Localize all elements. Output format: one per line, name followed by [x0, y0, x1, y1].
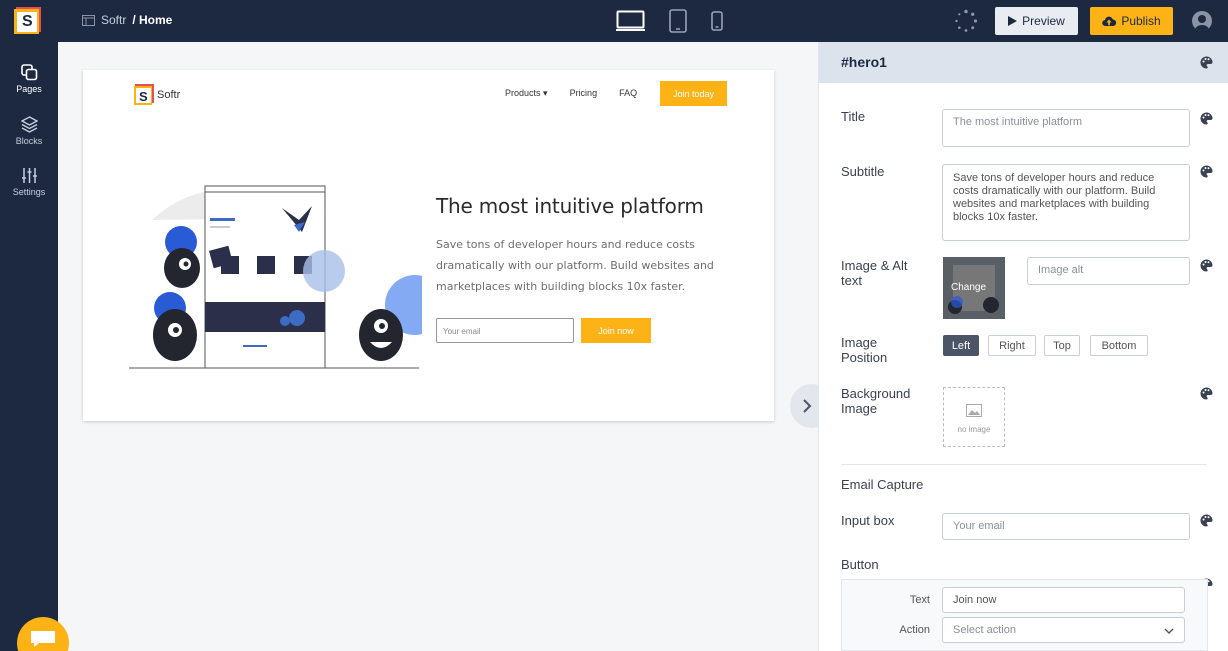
position-bottom-button[interactable]: Bottom — [1090, 335, 1148, 356]
hero-illustration — [129, 185, 422, 369]
breadcrumb-site[interactable]: Softr — [101, 13, 126, 27]
palette-icon[interactable] — [1200, 56, 1213, 69]
email-capture-heading: Email Capture — [841, 477, 924, 492]
position-right-button[interactable]: Right — [988, 335, 1036, 356]
breadcrumb: Softr / Home — [82, 13, 172, 27]
button-section-label: Button — [841, 557, 879, 572]
page-icon — [82, 14, 95, 26]
button-text-label: Text — [909, 594, 930, 606]
svg-text:S: S — [139, 89, 148, 104]
site-nav-products[interactable]: Products ▾ — [505, 88, 548, 99]
palette-icon[interactable] — [1200, 514, 1213, 527]
button-text-field[interactable]: Join now — [942, 587, 1185, 613]
softr-logo-icon: S — [134, 84, 154, 105]
hero-subtitle[interactable]: Save tons of developer hours and reduce … — [436, 234, 736, 297]
title-label: Title — [841, 109, 866, 124]
position-left-button[interactable]: Left — [943, 335, 979, 356]
device-switcher — [616, 9, 723, 33]
desktop-icon[interactable] — [616, 10, 645, 32]
background-image-picker[interactable]: no image — [943, 387, 1005, 447]
image-label: Image & Alt text — [841, 258, 908, 288]
softr-logo[interactable]: S — [14, 7, 41, 34]
page-preview: S Softr Products ▾ Pricing FAQ Join toda… — [83, 70, 774, 421]
left-sidebar: Pages Blocks Settings — [0, 42, 58, 651]
blocks-icon — [20, 116, 38, 133]
button-action-select[interactable]: Select action — [942, 617, 1185, 643]
palette-icon[interactable] — [1200, 165, 1213, 178]
image-alt-field[interactable]: Image alt — [1027, 257, 1190, 285]
position-top-button[interactable]: Top — [1044, 335, 1080, 356]
chevron-down-icon — [1164, 628, 1174, 634]
sidebar-item-pages[interactable]: Pages — [0, 64, 58, 94]
palette-icon[interactable] — [1200, 112, 1213, 125]
cloud-upload-icon — [1102, 16, 1117, 26]
pages-icon — [20, 64, 37, 81]
subtitle-field[interactable]: Save tons of developer hours and reduce … — [942, 164, 1190, 241]
image-position-label: Image Position — [841, 335, 888, 365]
palette-icon[interactable] — [1200, 259, 1213, 272]
chat-icon — [31, 631, 55, 647]
preview-button[interactable]: Preview — [995, 7, 1078, 35]
subtitle-label: Subtitle — [841, 164, 885, 179]
hero-title[interactable]: The most intuitive platform — [436, 194, 704, 218]
input-box-label: Input box — [841, 513, 895, 528]
tablet-icon[interactable] — [669, 9, 687, 33]
title-field[interactable]: The most intuitive platform — [942, 109, 1190, 147]
settings-icon — [21, 168, 37, 183]
chat-support-button[interactable] — [17, 617, 69, 651]
block-settings-panel: #hero1 Title The most intuitive platform… — [818, 42, 1228, 651]
hero-email-input[interactable]: Your email — [436, 318, 574, 343]
site-join-button[interactable]: Join today — [660, 81, 727, 106]
input-box-field[interactable]: Your email — [942, 513, 1190, 540]
site-nav-faq[interactable]: FAQ — [619, 88, 637, 99]
sidebar-item-settings[interactable]: Settings — [0, 167, 58, 197]
button-action-label: Action — [899, 624, 930, 636]
mobile-icon[interactable] — [711, 11, 723, 31]
image-placeholder-icon — [966, 404, 982, 417]
top-bar: S Softr / Home Preview Publish — [0, 0, 1228, 42]
publish-button[interactable]: Publish — [1090, 7, 1173, 35]
breadcrumb-page[interactable]: / Home — [132, 13, 172, 27]
background-image-label: Background Image — [841, 386, 911, 416]
image-thumbnail[interactable]: Change — [943, 257, 1005, 319]
hero-cta-button[interactable]: Join now — [581, 318, 651, 343]
site-nav: Products ▾ Pricing FAQ — [505, 88, 637, 99]
site-nav-pricing[interactable]: Pricing — [570, 88, 598, 99]
loading-spinner-icon — [955, 9, 978, 32]
button-settings-group: Text Join now Action Select action — [841, 579, 1208, 651]
palette-icon[interactable] — [1200, 387, 1213, 400]
panel-header: #hero1 — [819, 42, 1228, 83]
section-divider — [841, 464, 1207, 465]
play-icon — [1008, 16, 1018, 26]
user-avatar[interactable] — [1192, 11, 1212, 31]
block-id-title: #hero1 — [841, 54, 887, 70]
chevron-right-icon — [803, 399, 812, 413]
sidebar-item-blocks[interactable]: Blocks — [0, 116, 58, 146]
site-logo[interactable]: S Softr — [134, 84, 180, 105]
